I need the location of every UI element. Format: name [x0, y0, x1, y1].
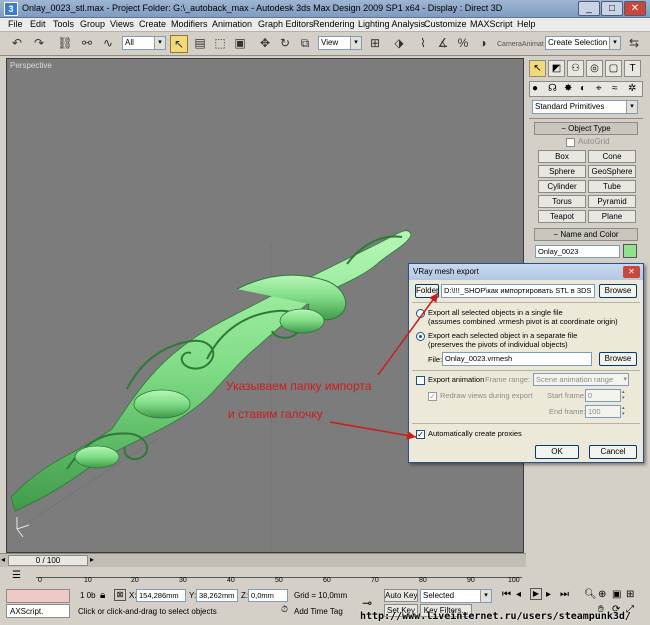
time-slider-track[interactable]: 0 / 100 ◂ ▸ [0, 553, 526, 567]
tick-label: 90 [467, 577, 475, 584]
key-mode-value: Selected [423, 591, 455, 600]
tick-label: 80 [419, 577, 427, 584]
next-frame-icon[interactable]: ▸ [546, 589, 551, 600]
x-coordinate-field[interactable]: 154,286mm [136, 589, 186, 602]
layer-indicator: 1 0b [80, 591, 96, 600]
tick-label: 70 [371, 577, 379, 584]
zoom-icon[interactable]: 🔍︎ [584, 589, 597, 600]
watermark-url: http://www.liveinternet.ru/users/steampu… [360, 611, 631, 622]
zoom-extents-all-icon[interactable]: ⊞ [626, 589, 634, 600]
tick-label: 10 [84, 577, 92, 584]
key-icon[interactable]: ⊸ [362, 596, 372, 610]
tick-label: 50 [275, 577, 283, 584]
maxscript-listener-mini[interactable] [6, 589, 70, 603]
z-coordinate-field[interactable]: 0,0mm [248, 589, 288, 602]
go-to-end-icon[interactable]: ⏭ [560, 589, 569, 600]
tick-label: 0 [38, 577, 42, 584]
zoom-extents-icon[interactable]: ▣ [612, 589, 621, 600]
maxscript-text: AXScript. [10, 607, 44, 616]
y-coordinate-field[interactable]: 38,262mm [196, 589, 238, 602]
annotation-folder: Указываем папку импорта [226, 379, 372, 393]
tick-label: 30 [179, 577, 187, 584]
time-tag-icon: ⏱ [281, 604, 289, 614]
absolute-mode-icon[interactable]: ⊠ [114, 589, 126, 601]
tick-label: 60 [323, 577, 331, 584]
curve-editor-icon[interactable]: ☰ [12, 570, 21, 581]
previous-frame-icon[interactable]: ◂ [516, 589, 521, 600]
annotation-arrows [329, 292, 439, 440]
lock-selection-icon[interactable]: 🔒︎ [100, 590, 105, 601]
tick-label: 100 [508, 577, 520, 584]
time-slider[interactable]: 0 / 100 [8, 555, 88, 566]
timeline[interactable]: ☰ 0 10 20 30 40 50 60 70 80 90 100 [0, 569, 526, 587]
add-time-tag-button[interactable]: Add Time Tag [294, 607, 343, 616]
frame-counter: 0 / 100 [35, 556, 61, 565]
slider-right-icon[interactable]: ▸ [90, 555, 94, 564]
go-to-start-icon[interactable]: ⏮ [502, 589, 511, 600]
zoom-all-icon[interactable]: ⊕ [598, 589, 606, 600]
tick-label: 20 [131, 577, 139, 584]
annotation-checkbox: и ставим галочку [228, 407, 323, 421]
tick-label: 40 [227, 577, 235, 584]
grid-size-label: Grid = 10,0mm [294, 591, 348, 600]
auto-key-button[interactable]: Auto Key [384, 589, 418, 602]
play-icon[interactable]: ▶ [530, 588, 542, 600]
slider-left-icon[interactable]: ◂ [1, 555, 5, 564]
key-mode-dropdown[interactable]: Selected ▾ [420, 589, 492, 603]
maxscript-input[interactable]: AXScript. [6, 604, 70, 618]
chevron-down-icon: ▾ [480, 590, 491, 602]
arrow-to-checkbox [329, 421, 417, 440]
prompt-line: Click or click-and-drag to select object… [78, 607, 217, 616]
arrow-to-folder [377, 292, 439, 376]
